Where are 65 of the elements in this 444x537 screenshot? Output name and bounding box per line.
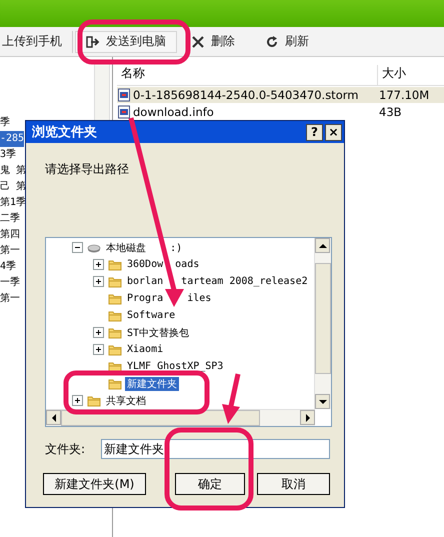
list-item[interactable]: 二季	[0, 211, 20, 227]
folder-icon	[108, 292, 122, 306]
tree-item[interactable]: YLMF_GhostXP_SP3	[125, 361, 226, 372]
tree-item[interactable]: Xiaomi	[125, 344, 166, 355]
folder-icon	[108, 326, 122, 340]
export-icon	[86, 34, 100, 48]
folder-icon	[87, 394, 101, 408]
help-button[interactable]: ?	[306, 124, 323, 140]
file-icon	[117, 105, 131, 119]
folder-icon	[108, 360, 122, 374]
expand-icon[interactable]	[93, 276, 104, 287]
toolbar-button[interactable]: 上传到手机	[0, 30, 70, 52]
expand-icon[interactable]	[93, 344, 104, 355]
close-icon	[191, 34, 205, 48]
list-item[interactable]: 3季	[0, 147, 16, 163]
tree-item[interactable]: 新建文件夹	[125, 376, 179, 390]
file-size: 177.10M	[378, 88, 430, 102]
list-item[interactable]: 第一	[0, 291, 20, 307]
folder-icon	[108, 274, 122, 288]
file-icon	[117, 88, 131, 102]
column-header[interactable]: 大小	[377, 65, 444, 85]
expand-icon[interactable]	[72, 395, 83, 406]
tree-item[interactable]: Software	[125, 310, 178, 321]
folder-label: 文件夹:	[45, 440, 86, 458]
list-item[interactable]: 第四	[0, 227, 20, 243]
tree-item[interactable]: ST中文替换包	[125, 326, 192, 340]
tree-item[interactable]: Progra iles	[125, 293, 214, 304]
dialog-title: 浏览文件夹	[32, 124, 97, 141]
folder-input-field[interactable]: 新建文件夹	[101, 439, 330, 459]
close-button[interactable]: ×	[325, 124, 342, 140]
folder-icon	[108, 376, 122, 390]
column-header[interactable]: 名称	[117, 65, 377, 85]
collapse-icon[interactable]	[72, 242, 83, 253]
toolbar-button[interactable]: 发送到电脑	[75, 30, 177, 52]
folder-icon	[108, 258, 122, 272]
new-folder-button[interactable]: 新建文件夹(M)	[43, 473, 146, 495]
toolbar-button[interactable]: 删除	[183, 30, 243, 52]
tree-item[interactable]: 本地磁盘 :)	[104, 240, 184, 254]
ok-button[interactable]: 确定	[175, 473, 245, 495]
list-item[interactable]: 鬼 第	[0, 163, 26, 179]
pointer-arrow	[222, 373, 240, 424]
folder-icon	[108, 342, 122, 356]
scrollbar[interactable]	[314, 238, 331, 409]
tree-item[interactable]: 共享文档	[104, 394, 148, 408]
list-item[interactable]: 4季	[0, 259, 16, 275]
file-row[interactable]: 0-1-185698144-2540.0-5403470.storm 177.10M	[117, 87, 444, 103]
tree-item[interactable]: borlan tarteam 2008_release2	[125, 276, 310, 287]
list-item[interactable]: -285	[0, 131, 24, 147]
file-row[interactable]: download.info 43B	[117, 104, 444, 120]
prompt-text: 请选择导出路径	[45, 161, 130, 178]
folder-icon	[108, 308, 122, 322]
file-name: 0-1-185698144-2540.0-5403470.storm	[133, 88, 358, 102]
expand-icon[interactable]	[93, 327, 104, 338]
list-item[interactable]: 季	[0, 115, 10, 131]
cancel-button[interactable]: 取消	[257, 473, 330, 495]
list-item[interactable]: 己 第	[0, 179, 26, 195]
refresh-icon	[265, 34, 279, 48]
tree-item[interactable]: 360Dow oads	[125, 259, 202, 270]
file-name: download.info	[133, 105, 214, 119]
list-item[interactable]: 第1季	[0, 195, 26, 211]
list-item[interactable]: 第一	[0, 243, 20, 259]
toolbar-button[interactable]: 刷新	[257, 30, 317, 52]
list-item[interactable]: 一季	[0, 275, 20, 291]
file-size: 43B	[378, 105, 402, 119]
expand-icon[interactable]	[93, 259, 104, 270]
